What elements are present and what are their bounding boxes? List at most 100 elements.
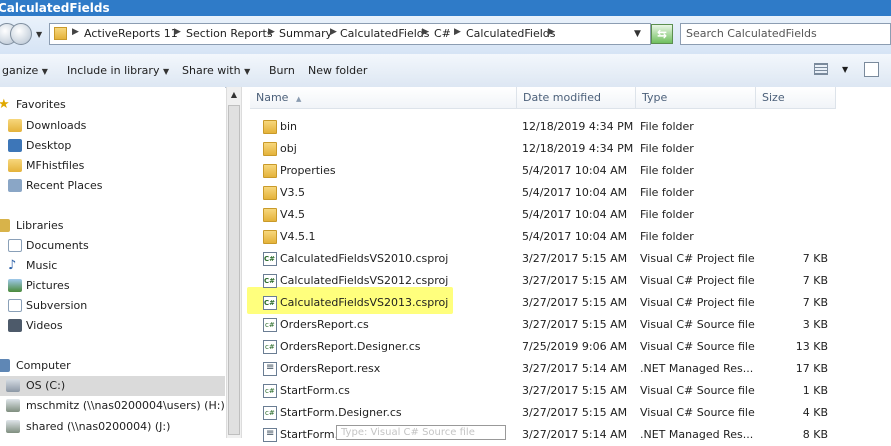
folder-icon (8, 159, 22, 172)
file-type: Visual C# Source file (640, 406, 755, 419)
folder-icon (263, 164, 277, 178)
nav-scrollbar[interactable]: ▲ (226, 87, 242, 438)
file-date-modified: 3/27/2017 5:15 AM (522, 406, 628, 419)
music-icon: ♪ (8, 258, 17, 273)
nav-drive-c-label: OS (C:) (26, 379, 66, 392)
file-row[interactable]: OrdersReport.cs 3/27/2017 5:15 AM Visual C… (246, 314, 891, 336)
subversion-icon (8, 299, 22, 312)
network-drive-icon (6, 399, 20, 412)
csharp-source-icon (263, 318, 277, 332)
file-type: File folder (640, 120, 694, 133)
share-with-menu[interactable]: Share with ▼ (182, 64, 250, 77)
file-row[interactable]: Properties 5/4/2017 10:04 AM File folder (246, 160, 891, 182)
file-name: obj (280, 142, 297, 155)
file-rows: bin 12/18/2019 4:34 PM File folder obj 12/18… (242, 87, 891, 442)
nav-mfhistfiles-label: MFhistfiles (26, 159, 85, 172)
chevron-down-icon: ▼ (162, 67, 170, 76)
file-row[interactable]: StartForm.cs 3/27/2017 5:15 AM Visual C# S… (246, 380, 891, 402)
chevron-right-icon: ▶ (330, 27, 337, 37)
breadcrumb-item[interactable]: Section Reports (186, 27, 273, 40)
file-row[interactable]: OrdersReport.resx 3/27/2017 5:14 AM .NET M… (246, 358, 891, 380)
desktop-icon (8, 139, 22, 152)
nav-computer-label: Computer (16, 359, 71, 372)
folder-icon (263, 230, 277, 244)
network-drive-icon (6, 420, 20, 433)
file-name: StartForm.Designer.cs (280, 406, 402, 419)
nav-downloads-label: Downloads (26, 119, 87, 132)
file-type: .NET Managed Res... (640, 428, 754, 441)
file-row[interactable]: V4.5 5/4/2017 10:04 AM File folder (246, 204, 891, 226)
organize-menu[interactable]: ganize ▼ (2, 64, 48, 77)
resx-file-icon (263, 362, 277, 376)
file-name: V3.5 (280, 186, 306, 199)
hard-drive-icon (6, 379, 20, 392)
view-options-icon[interactable] (814, 63, 828, 75)
file-row[interactable]: OrdersReport.Designer.cs 7/25/2019 9:06 A… (246, 336, 891, 358)
file-name: StartForm.cs (280, 384, 350, 397)
file-date-modified: 12/18/2019 4:34 PM (522, 120, 634, 133)
file-row[interactable]: CalculatedFieldsVS2013.csproj 3/27/2017 5… (246, 292, 891, 314)
file-date-modified: 5/4/2017 10:04 AM (522, 230, 628, 243)
address-dropdown-icon[interactable]: ▼ (634, 29, 641, 39)
forward-button[interactable] (10, 23, 32, 45)
breadcrumb-item[interactable]: CalculatedFields (340, 27, 429, 40)
chevron-right-icon: ▶ (174, 27, 181, 37)
window-title: CalculatedFields (0, 1, 110, 15)
file-name: CalculatedFieldsVS2010.csproj (280, 252, 449, 265)
command-bar: ganize ▼ Include in library ▼ Share with… (0, 54, 891, 88)
file-date-modified: 3/27/2017 5:15 AM (522, 252, 628, 265)
preview-pane-icon[interactable] (864, 62, 879, 77)
file-type: Visual C# Source file (640, 318, 755, 331)
recent-pages-dropdown[interactable]: ▼ (36, 30, 42, 39)
star-icon: ★ (0, 97, 10, 112)
scroll-up-arrow-icon[interactable]: ▲ (228, 88, 240, 102)
folder-icon (263, 120, 277, 134)
file-size: 17 KB (795, 362, 828, 375)
file-type: File folder (640, 230, 694, 243)
breadcrumb-item[interactable]: CalculatedFields (466, 27, 555, 40)
file-date-modified: 5/4/2017 10:04 AM (522, 164, 628, 177)
include-in-library-menu[interactable]: Include in library ▼ (67, 64, 169, 77)
breadcrumb-item[interactable]: Summary (279, 27, 332, 40)
file-row[interactable]: StartForm.Designer.cs 3/27/2017 5:15 AM Vi… (246, 402, 891, 424)
file-row[interactable]: CalculatedFieldsVS2012.csproj 3/27/2017 5… (246, 270, 891, 292)
file-name: OrdersReport.resx (280, 362, 381, 375)
file-row[interactable]: V4.5.1 5/4/2017 10:04 AM File folder (246, 226, 891, 248)
file-date-modified: 3/27/2017 5:14 AM (522, 428, 628, 441)
file-size: 3 KB (802, 318, 828, 331)
file-row[interactable]: CalculatedFieldsVS2010.csproj 3/27/2017 5… (246, 248, 891, 270)
chevron-down-icon: ▼ (41, 67, 48, 76)
scroll-thumb[interactable] (228, 105, 240, 435)
file-row[interactable]: bin 12/18/2019 4:34 PM File folder (246, 116, 891, 138)
include-in-library-label: Include in library (67, 64, 160, 77)
breadcrumb[interactable]: ▶ ActiveReports 11 ▶ Section Reports ▶ S… (49, 23, 651, 45)
file-date-modified: 3/27/2017 5:15 AM (522, 384, 628, 397)
file-type: Visual C# Project file (640, 296, 755, 309)
file-type: File folder (640, 186, 694, 199)
documents-icon (8, 239, 22, 252)
view-options-dropdown[interactable]: ▼ (842, 65, 848, 74)
refresh-button[interactable]: ⇆ (651, 24, 673, 44)
pictures-icon (8, 279, 22, 292)
file-row[interactable]: V3.5 5/4/2017 10:04 AM File folder (246, 182, 891, 204)
nav-subversion-label: Subversion (26, 299, 88, 312)
csharp-project-icon (263, 274, 277, 288)
file-type: .NET Managed Res... (640, 362, 754, 375)
new-folder-button[interactable]: New folder (308, 64, 367, 77)
file-name: OrdersReport.cs (280, 318, 369, 331)
file-type: File folder (640, 142, 694, 155)
folder-icon (263, 142, 277, 156)
burn-button[interactable]: Burn (269, 64, 295, 77)
search-input[interactable]: Search CalculatedFields (680, 23, 891, 45)
chevron-right-icon: ▶ (422, 27, 429, 37)
file-row[interactable]: obj 12/18/2019 4:34 PM File folder (246, 138, 891, 160)
folder-icon (54, 27, 67, 40)
nav-pictures-label: Pictures (26, 279, 70, 292)
file-size: 7 KB (802, 274, 828, 287)
breadcrumb-item[interactable]: ActiveReports 11 (84, 27, 178, 40)
breadcrumb-item[interactable]: C# (434, 27, 451, 40)
downloads-icon (8, 119, 22, 132)
file-date-modified: 3/27/2017 5:14 AM (522, 362, 628, 375)
file-size: 4 KB (802, 406, 828, 419)
chevron-down-icon: ▼ (244, 67, 251, 76)
